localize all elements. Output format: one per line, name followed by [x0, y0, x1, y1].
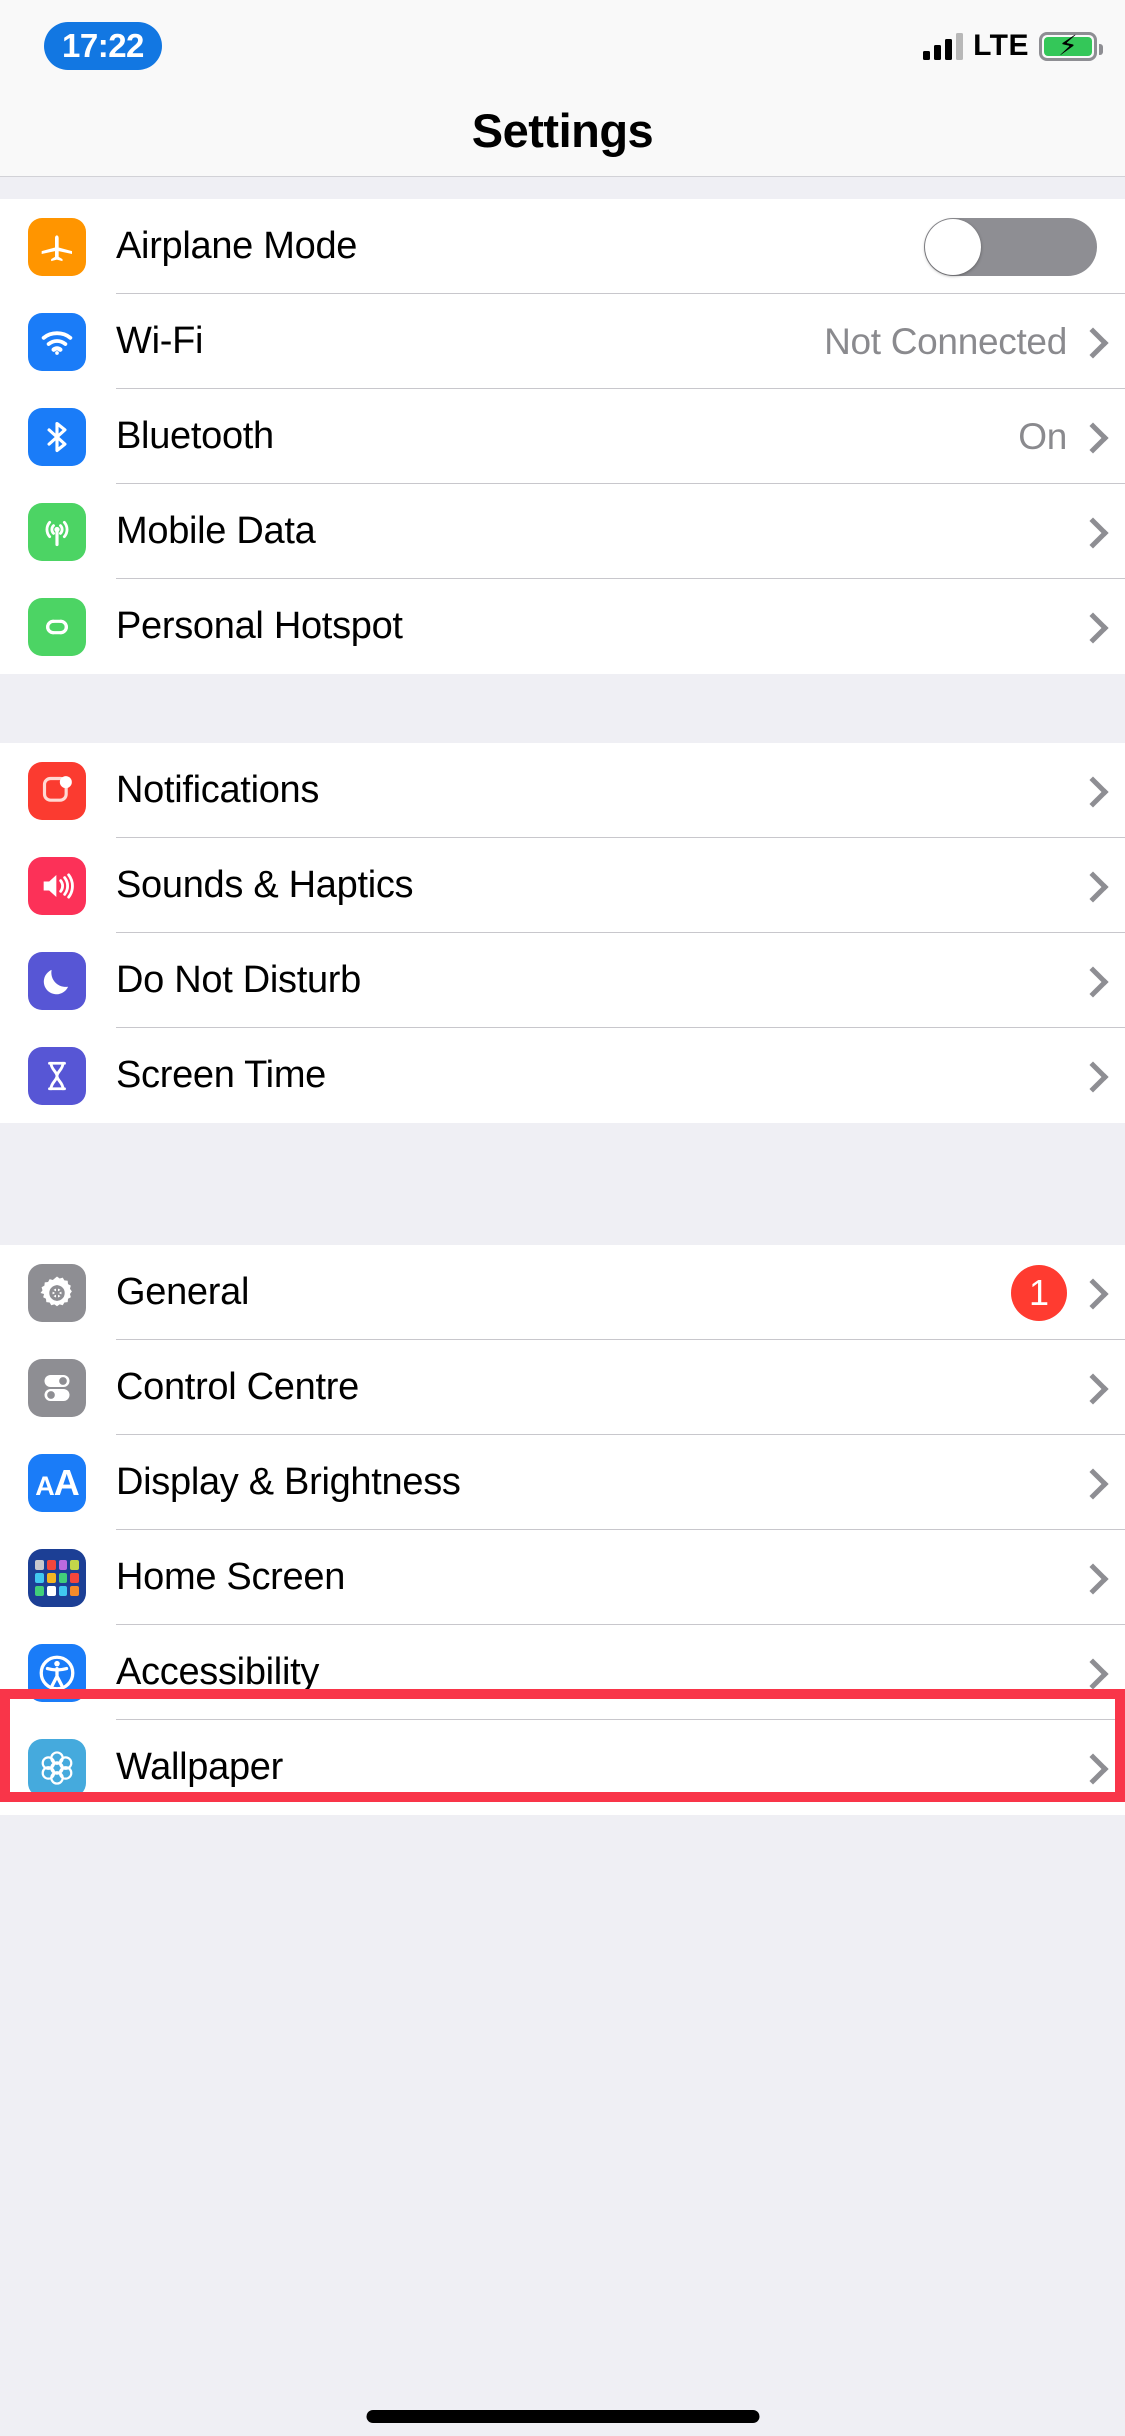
- settings-row-control-centre[interactable]: Control Centre: [0, 1340, 1125, 1435]
- wifi-status-value: Not Connected: [824, 320, 1067, 362]
- row-accessory: [1081, 613, 1097, 641]
- group-gap-2: [0, 1123, 1125, 1245]
- bluetooth-status-value: On: [1018, 415, 1067, 457]
- settings-row-display-brightness[interactable]: AA Display & Brightness: [0, 1435, 1125, 1530]
- settings-row-wallpaper[interactable]: Wallpaper: [0, 1720, 1125, 1815]
- settings-row-label: Sounds & Haptics: [116, 864, 414, 906]
- notifications-icon: [28, 761, 86, 820]
- row-accessory: 1: [1011, 1264, 1097, 1321]
- moon-icon: [28, 951, 86, 1010]
- chevron-right-icon: [1081, 1374, 1097, 1402]
- display-brightness-icon: AA: [28, 1453, 86, 1512]
- control-centre-icon: [28, 1358, 86, 1417]
- aa-glyph: AA: [35, 1461, 80, 1503]
- row-accessory: [1081, 777, 1097, 805]
- settings-row-label: Notifications: [116, 769, 320, 811]
- chevron-right-icon: [1081, 1062, 1097, 1090]
- group-gap-1: [0, 674, 1125, 743]
- chevron-right-icon: [1081, 777, 1097, 805]
- status-bar: 17:22 LTE ⚡: [0, 0, 1125, 84]
- settings-row-sounds-haptics[interactable]: Sounds & Haptics: [0, 838, 1125, 933]
- row-accessory: [1081, 1754, 1097, 1782]
- settings-row-label: Airplane Mode: [116, 225, 358, 267]
- settings-row-label: Display & Brightness: [116, 1461, 461, 1503]
- chevron-right-icon: [1081, 328, 1097, 356]
- navigation-bar: Settings: [0, 84, 1125, 176]
- iphone-settings-screen: 17:22 LTE ⚡ Settings Airplane Mode Wi-Fi…: [0, 0, 1125, 2436]
- settings-row-do-not-disturb[interactable]: Do Not Disturb: [0, 933, 1125, 1028]
- chevron-right-icon: [1081, 423, 1097, 451]
- airplane-icon: [28, 217, 86, 276]
- settings-row-label: Personal Hotspot: [116, 605, 403, 647]
- chevron-right-icon: [1081, 1659, 1097, 1687]
- row-accessory: On: [1018, 416, 1097, 458]
- row-accessory: [1081, 872, 1097, 900]
- settings-group-system: General 1 Control Centre AA Display & Br…: [0, 1245, 1125, 1815]
- settings-row-airplane-mode[interactable]: Airplane Mode: [0, 199, 1125, 294]
- wallpaper-icon: [28, 1738, 86, 1797]
- settings-row-label: Do Not Disturb: [116, 959, 361, 1001]
- chevron-right-icon: [1081, 1564, 1097, 1592]
- settings-row-screen-time[interactable]: Screen Time: [0, 1028, 1125, 1123]
- cellular-icon: [28, 502, 86, 561]
- sounds-icon: [28, 856, 86, 915]
- chevron-right-icon: [1081, 872, 1097, 900]
- row-accessory: [924, 217, 1097, 276]
- chevron-right-icon: [1081, 967, 1097, 995]
- hotspot-icon: [28, 597, 86, 656]
- settings-row-general[interactable]: General 1: [0, 1245, 1125, 1340]
- charging-bolt-icon: ⚡: [1058, 30, 1078, 61]
- settings-row-personal-hotspot[interactable]: Personal Hotspot: [0, 579, 1125, 674]
- settings-row-label: Wallpaper: [116, 1746, 283, 1788]
- settings-list[interactable]: Airplane Mode Wi-Fi Not Connected Blueto…: [0, 177, 1125, 2436]
- row-accessory: [1081, 967, 1097, 995]
- accessibility-icon: [28, 1643, 86, 1702]
- network-type-label: LTE: [973, 29, 1029, 62]
- airplane-mode-toggle[interactable]: [924, 217, 1097, 276]
- row-accessory: Not Connected: [824, 321, 1097, 363]
- settings-row-mobile-data[interactable]: Mobile Data: [0, 484, 1125, 579]
- settings-row-label: Wi-Fi: [116, 320, 204, 362]
- page-title: Settings: [471, 103, 654, 157]
- settings-row-label: Mobile Data: [116, 510, 316, 552]
- settings-row-label: Accessibility: [116, 1651, 320, 1693]
- settings-group-connectivity: Airplane Mode Wi-Fi Not Connected Blueto…: [0, 199, 1125, 674]
- status-time: 17:22: [62, 27, 144, 64]
- row-accessory: [1081, 1374, 1097, 1402]
- settings-group-alerts: Notifications Sounds & Haptics Do Not Di…: [0, 743, 1125, 1123]
- wifi-icon: [28, 312, 86, 371]
- settings-row-label: General: [116, 1271, 250, 1313]
- settings-row-notifications[interactable]: Notifications: [0, 743, 1125, 838]
- chevron-right-icon: [1081, 613, 1097, 641]
- settings-row-accessibility[interactable]: Accessibility: [0, 1625, 1125, 1720]
- bluetooth-icon: [28, 407, 86, 466]
- status-badge: 1: [1011, 1264, 1067, 1321]
- row-accessory: [1081, 1469, 1097, 1497]
- settings-row-label: Screen Time: [116, 1054, 327, 1096]
- home-indicator[interactable]: [366, 2410, 759, 2423]
- chevron-right-icon: [1081, 1279, 1097, 1307]
- chevron-right-icon: [1081, 1754, 1097, 1782]
- status-indicators: LTE ⚡: [923, 26, 1103, 66]
- signal-strength-icon: [923, 32, 964, 60]
- hourglass-icon: [28, 1046, 86, 1105]
- row-accessory: [1081, 1062, 1097, 1090]
- row-accessory: [1081, 1564, 1097, 1592]
- battery-icon: ⚡: [1039, 30, 1103, 61]
- row-accessory: [1081, 518, 1097, 546]
- settings-row-bluetooth[interactable]: Bluetooth On: [0, 389, 1125, 484]
- row-accessory: [1081, 1659, 1097, 1687]
- settings-row-home-screen[interactable]: Home Screen: [0, 1530, 1125, 1625]
- settings-row-label: Bluetooth: [116, 415, 274, 457]
- settings-row-label: Home Screen: [116, 1556, 346, 1598]
- list-top-gap: [0, 177, 1125, 199]
- home-screen-icon: [28, 1548, 86, 1607]
- chevron-right-icon: [1081, 518, 1097, 546]
- settings-row-wifi[interactable]: Wi-Fi Not Connected: [0, 294, 1125, 389]
- settings-row-label: Control Centre: [116, 1366, 359, 1408]
- gear-icon: [28, 1263, 86, 1322]
- chevron-right-icon: [1081, 1469, 1097, 1497]
- status-time-pill[interactable]: 17:22: [44, 22, 162, 70]
